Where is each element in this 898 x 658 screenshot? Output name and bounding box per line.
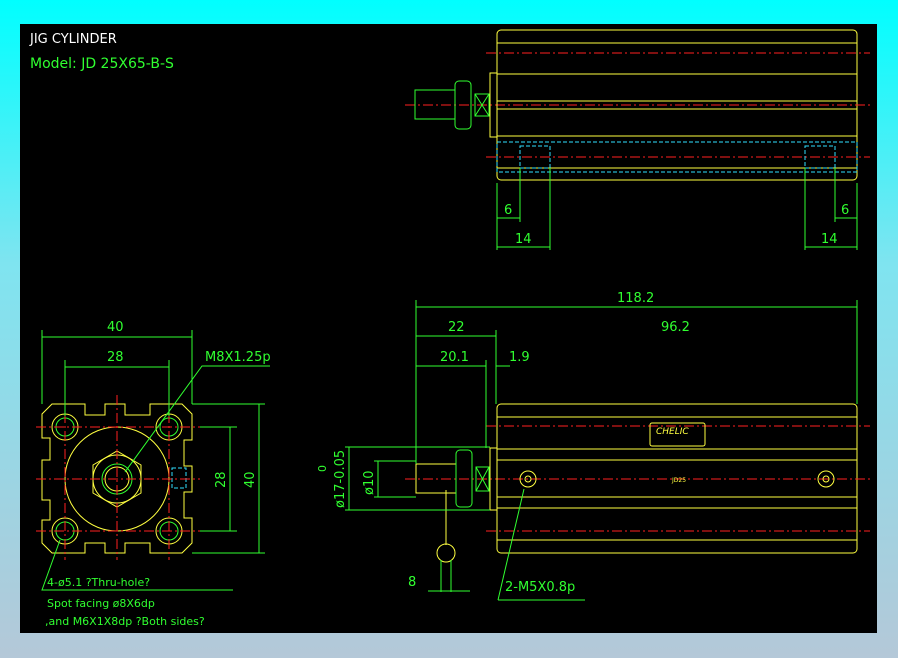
end-view: 40 28 28 40 M8X1.25p 4-ø5.1 ?Thru-hole? … (36, 320, 271, 628)
dim-rod-length: 22 (448, 320, 465, 335)
dim-bore-dia: ø17-0.05 (333, 450, 348, 508)
dim-top-right-6: 6 (841, 203, 849, 218)
dim-bore-tol: 0 (316, 465, 329, 472)
dim-top-left-14: 14 (515, 232, 532, 247)
side-view: CHELIC JD25 118.2 22 96.2 20.1 1.9 ø17-0… (316, 291, 870, 601)
hole-note-3: ,and M6X1X8dp ?Both sides? (45, 615, 205, 628)
model-label: Model: JD 25X65-B-S (30, 56, 174, 72)
dim-top-left-6: 6 (504, 203, 512, 218)
dim-overall-length: 118.2 (617, 291, 654, 306)
dim-rod-dia: ø10 (362, 471, 377, 496)
top-view: 6 14 6 14 (405, 29, 870, 250)
hole-note-2: Spot facing ø8X6dp (47, 597, 155, 610)
dim-collar: 1.9 (509, 350, 530, 365)
dim-wrench: 8 (408, 575, 416, 590)
body-mark: JD25 (671, 477, 686, 484)
cad-drawing: JIG CYLINDER Model: JD 25X65-B-S 6 14 6 … (29, 29, 870, 628)
dim-end-hole-pitch-x: 28 (107, 350, 124, 365)
drawing-title: JIG CYLINDER (29, 32, 117, 47)
port-note: 2-M5X0.8p (505, 580, 575, 595)
dim-end-width: 40 (107, 320, 124, 335)
hole-note-1: 4-ø5.1 ?Thru-hole? (47, 576, 150, 589)
brand-label: CHELIC (656, 427, 689, 437)
dim-rod-thread: 20.1 (440, 350, 469, 365)
dim-body-length: 96.2 (661, 320, 690, 335)
dim-end-height: 40 (243, 471, 258, 488)
thread-note: M8X1.25p (205, 350, 271, 365)
dim-top-right-14: 14 (821, 232, 838, 247)
dim-end-hole-pitch-y: 28 (214, 471, 229, 488)
